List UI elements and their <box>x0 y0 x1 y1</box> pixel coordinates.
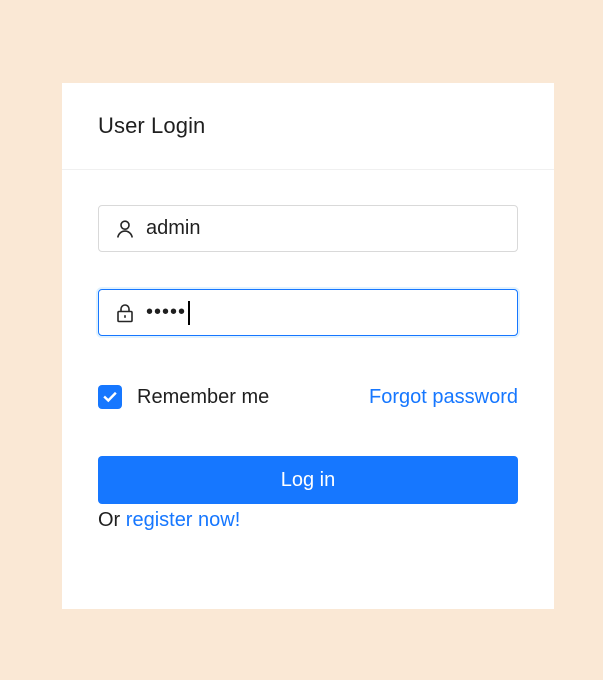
remember-label: Remember me <box>137 385 270 408</box>
password-field[interactable]: ••••• <box>98 289 518 336</box>
login-button[interactable]: Log in <box>98 456 518 504</box>
register-row: Or register now! <box>98 509 240 532</box>
username-field[interactable]: admin <box>98 205 518 252</box>
register-link[interactable]: register now! <box>126 509 241 531</box>
password-value: ••••• <box>146 300 190 325</box>
remember-me[interactable]: Remember me <box>98 385 269 409</box>
checkmark-icon <box>103 391 117 403</box>
card-header: User Login <box>62 83 554 170</box>
lock-icon <box>115 303 135 323</box>
forgot-password-link[interactable]: Forgot password <box>369 386 518 409</box>
card-title: User Login <box>98 113 206 138</box>
remember-checkbox[interactable] <box>98 385 122 409</box>
login-card: User Login admin ••••• Remember me Forgo… <box>62 83 554 609</box>
username-value: admin <box>146 217 201 239</box>
text-caret <box>188 300 190 325</box>
password-mask: ••••• <box>146 301 187 323</box>
user-icon <box>115 219 135 239</box>
register-prefix: Or <box>98 509 121 531</box>
options-row: Remember me Forgot password <box>98 384 518 410</box>
